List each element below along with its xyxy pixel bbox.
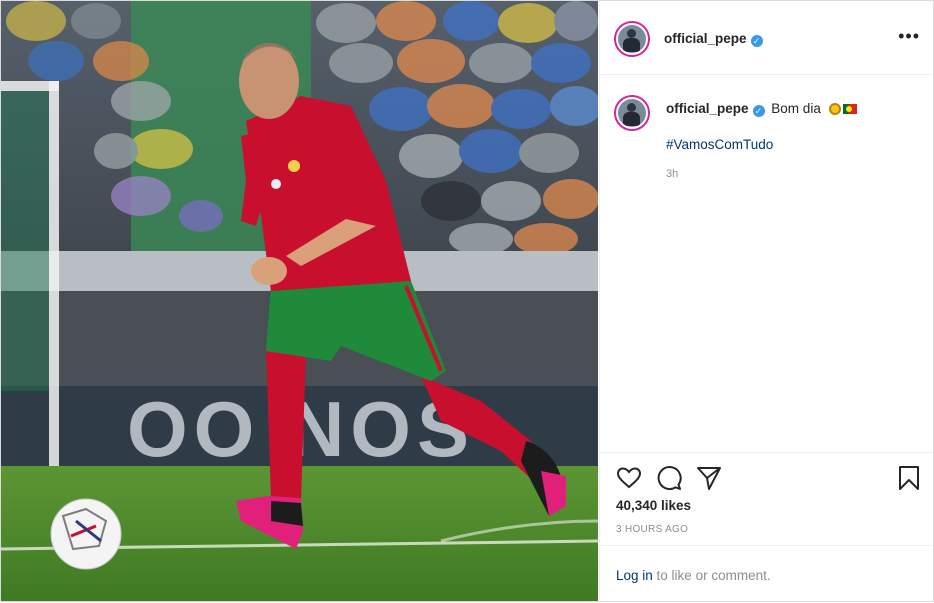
avatar-image — [618, 25, 646, 53]
caption-line: official_pepe ✓ Bom dia — [666, 101, 857, 117]
more-options-icon[interactable]: ••• — [898, 27, 920, 45]
login-link[interactable]: Log in — [616, 568, 653, 583]
post-header: official_pepe ✓ ••• — [600, 1, 933, 75]
football — [50, 498, 122, 570]
verified-badge-icon: ✓ — [752, 105, 765, 117]
photo-illustration: OO NOS — [1, 1, 598, 601]
author-avatar[interactable] — [614, 21, 650, 57]
login-text: Log in to like or comment. — [616, 568, 771, 583]
bookmark-icon[interactable] — [896, 465, 922, 491]
caption-time: 3h — [666, 168, 679, 180]
heart-icon[interactable] — [616, 465, 642, 491]
caption-text: Bom dia — [771, 101, 821, 116]
likes-count[interactable]: 40,340 likes — [616, 498, 691, 513]
caption-username[interactable]: official_pepe — [666, 101, 749, 116]
sun-emoji-icon — [828, 103, 841, 115]
login-prompt: Log in to like or comment. — [600, 545, 933, 601]
header-username-wrap: official_pepe ✓ — [664, 30, 763, 48]
post-sidebar: official_pepe ✓ ••• official_pepe ✓ Bom di… — [599, 1, 933, 601]
caption-avatar[interactable] — [614, 95, 650, 131]
posted-time[interactable]: 3 HOURS AGO — [616, 524, 688, 535]
comment-icon[interactable] — [656, 465, 682, 491]
share-icon[interactable] — [696, 465, 722, 491]
post-modal: OO NOS official_pepe ✓ ••• official_pepe… — [0, 0, 934, 602]
post-photo[interactable]: OO NOS — [1, 1, 598, 601]
caption-area: official_pepe ✓ Bom dia #VamosComTudo 3h — [600, 75, 933, 452]
hashtag-link[interactable]: #VamosComTudo — [666, 137, 773, 152]
header-username[interactable]: official_pepe — [664, 31, 747, 46]
action-bar: 40,340 likes 3 HOURS AGO — [600, 452, 933, 545]
verified-badge-icon: ✓ — [750, 35, 763, 47]
portugal-flag-icon — [842, 104, 857, 114]
login-rest-text: to like or comment. — [652, 568, 771, 583]
avatar-image — [618, 99, 646, 127]
